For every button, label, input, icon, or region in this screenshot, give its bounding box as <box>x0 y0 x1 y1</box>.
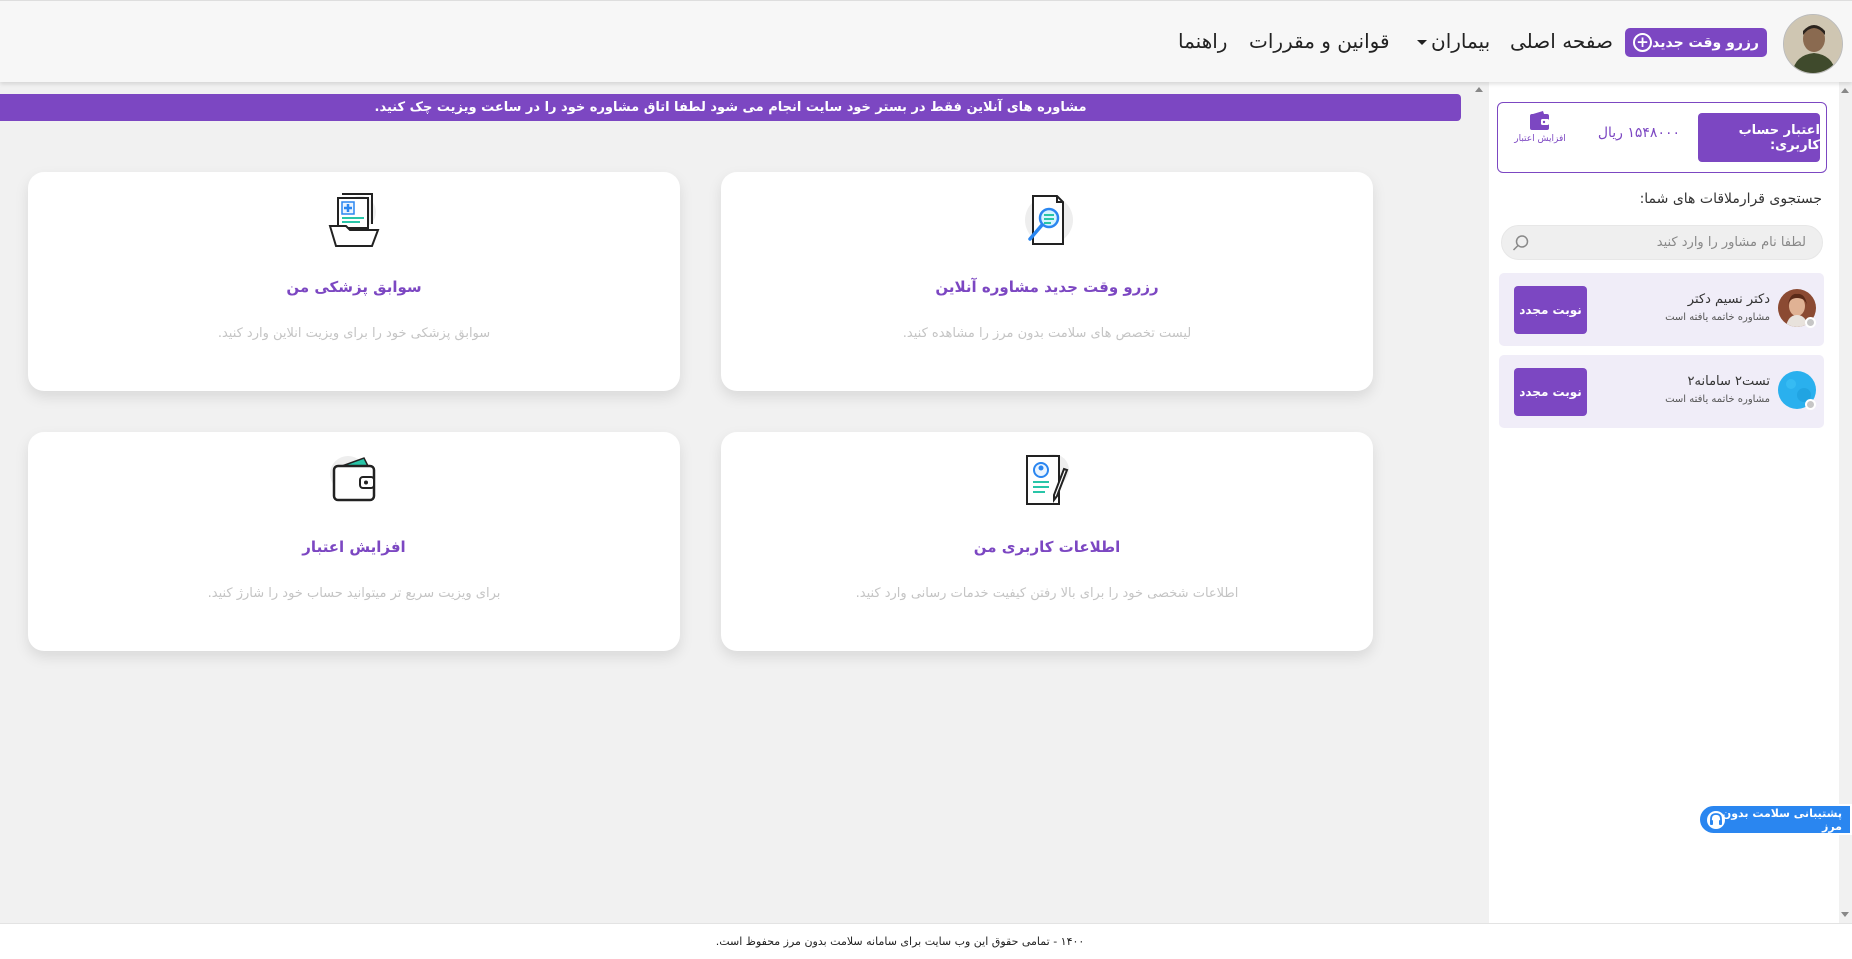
top-navbar: رزرو وقت جدید + صفحه اصلی بیماران قوانین… <box>0 0 1852 82</box>
scroll-down-icon[interactable] <box>1841 912 1849 917</box>
rebook-button[interactable]: نوبت مجدد <box>1514 368 1587 416</box>
new-booking-button[interactable]: رزرو وقت جدید + <box>1625 28 1767 57</box>
card-description: برای ویزیت سریع تر میتوانید حساب خود را … <box>207 586 501 601</box>
card-new-booking[interactable]: رزرو وقت جدید مشاوره آنلاین لیست تخصص ها… <box>721 172 1373 391</box>
card-title: رزرو وقت جدید مشاوره آنلاین <box>935 278 1159 296</box>
notice-banner: مشاوره های آنلاین فقط در بستر خود سایت ا… <box>0 94 1461 121</box>
offline-status-dot <box>1805 317 1816 328</box>
headset-icon <box>1707 811 1725 829</box>
consultant-name: تست۲ سامانه۲ <box>1687 374 1770 389</box>
sidebar <box>1489 82 1839 923</box>
sidebar-scrollbar[interactable] <box>1839 82 1852 923</box>
increase-credit-link[interactable]: افزایش اعتبار <box>1510 111 1570 144</box>
card-description: سوابق پزشکی خود را برای ویزیت انلاین وار… <box>217 326 491 341</box>
user-avatar[interactable] <box>1783 14 1843 74</box>
medical-records-icon <box>326 192 382 248</box>
card-title: سوابق پزشکی من <box>286 278 422 296</box>
card-title: اطلاعات کاربری من <box>973 538 1121 556</box>
nav-patients-label: بیماران <box>1431 29 1491 53</box>
offline-status-dot <box>1805 399 1816 410</box>
appointment-item: تست۲ سامانه۲ مشاوره خاتمه یافته است نوبت… <box>1499 355 1824 428</box>
support-widget[interactable]: پشتیبانی سلامت بدون مرز <box>1698 804 1852 835</box>
search-icon[interactable] <box>1512 234 1530 252</box>
increase-credit-label: افزایش اعتبار <box>1514 134 1566 144</box>
new-booking-label: رزرو وقت جدید <box>1652 34 1759 51</box>
search-input[interactable] <box>1546 226 1806 259</box>
consultant-name: دکتر نسیم دکتر <box>1687 292 1770 307</box>
appointment-status: مشاوره خاتمه یافته است <box>1665 312 1770 323</box>
card-description: اطلاعات شخصی خود را برای بالا رفتن کیفیت… <box>855 586 1239 601</box>
document-search-icon <box>1019 192 1075 248</box>
card-increase-credit[interactable]: افزایش اعتبار برای ویزیت سریع تر میتوانی… <box>28 432 680 651</box>
card-user-info[interactable]: اطلاعات کاربری من اطلاعات شخصی خود را بر… <box>721 432 1373 651</box>
main-scroll-up-icon[interactable] <box>1475 87 1483 92</box>
appointment-status: مشاوره خاتمه یافته است <box>1665 394 1770 405</box>
footer: ۱۴۰۰ - تمامی حقوق این وب سایت برای سامان… <box>0 923 1852 959</box>
card-description: لیست تخصص های سلامت بدون مرز را مشاهده ک… <box>902 326 1192 341</box>
wallet-icon <box>326 452 382 508</box>
nav-rules[interactable]: قوانین و مقررات <box>1249 29 1390 55</box>
rebook-button[interactable]: نوبت مجدد <box>1514 286 1587 334</box>
nav-patients-dropdown[interactable]: بیماران <box>1417 29 1490 55</box>
plus-circle-icon: + <box>1633 33 1652 52</box>
caret-down-icon <box>1417 40 1427 45</box>
scroll-up-icon[interactable] <box>1841 88 1849 93</box>
wallet-icon <box>1530 111 1549 130</box>
appointment-item: دکتر نسیم دکتر مشاوره خاتمه یافته است نو… <box>1499 273 1824 346</box>
nav-home[interactable]: صفحه اصلی <box>1510 29 1613 55</box>
card-title: افزایش اعتبار <box>302 538 406 556</box>
user-profile-form-icon <box>1019 452 1075 508</box>
consultant-search <box>1501 225 1823 260</box>
search-title: جستجوی قرارملاقات های شما: <box>1639 191 1822 207</box>
nav-help[interactable]: راهنما <box>1178 29 1227 55</box>
card-medical-records[interactable]: سوابق پزشکی من سوابق پزشکی خود را برای و… <box>28 172 680 391</box>
credit-panel: اعتبار حساب کاربری: ۱۵۴۸۰۰۰ ریال افزایش … <box>1497 102 1827 173</box>
credit-amount: ۱۵۴۸۰۰۰ ریال <box>1597 125 1680 141</box>
credit-label: اعتبار حساب کاربری: <box>1698 113 1820 162</box>
copyright-text: ۱۴۰۰ - تمامی حقوق این وب سایت برای سامان… <box>715 935 1085 948</box>
